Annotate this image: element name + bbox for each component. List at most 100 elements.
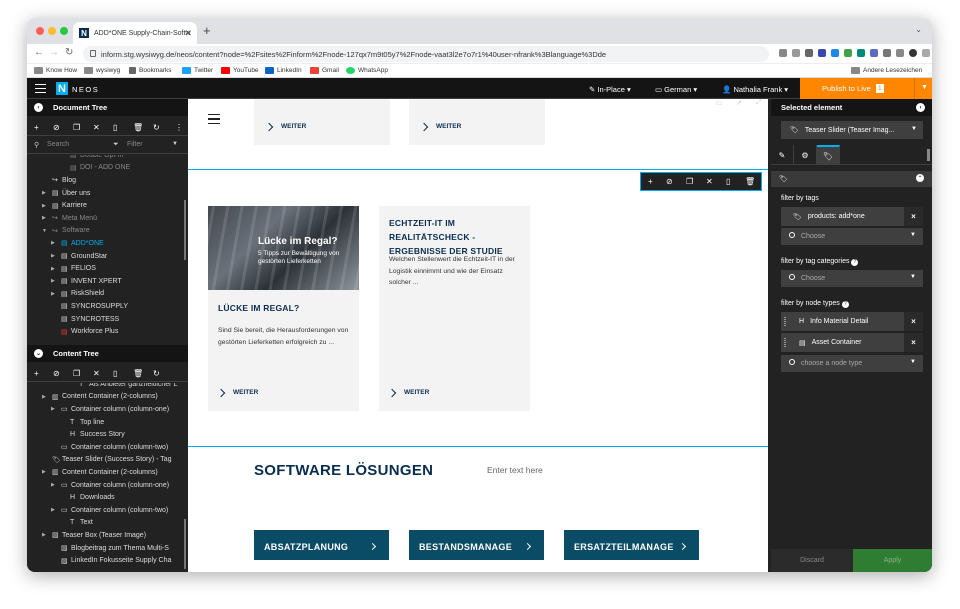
delete-node-icon[interactable]: 🗑 bbox=[745, 177, 755, 186]
chevron-right-icon[interactable]: ▶ bbox=[51, 253, 61, 259]
tab-list-chevron-icon[interactable]: ⌄ bbox=[915, 25, 922, 34]
bookmark-wysiwyg[interactable]: wysiwyg bbox=[84, 67, 120, 74]
software-button-bestandsmanagement[interactable]: BESTANDSMANAGE bbox=[409, 530, 544, 560]
copy-node-icon[interactable]: ❐ bbox=[686, 177, 693, 186]
chevron-right-icon[interactable]: ▶ bbox=[42, 394, 52, 400]
back-icon[interactable]: ← bbox=[34, 47, 44, 58]
choose-tag-category-select[interactable]: Choose ▼ bbox=[781, 270, 923, 287]
delete-node-icon[interactable]: 🗑 bbox=[133, 369, 143, 378]
recycle-icon[interactable] bbox=[805, 49, 813, 57]
document-tree-header[interactable]: ‹ Document Tree bbox=[27, 99, 188, 116]
profile-avatar[interactable] bbox=[909, 49, 917, 57]
tree-node[interactable]: T Als Anbieter ganzheitlicher L bbox=[69, 383, 177, 391]
tab-settings-gear-icon[interactable]: ⚙ bbox=[794, 145, 817, 165]
bookmark-twitter[interactable]: Twitter bbox=[182, 67, 213, 74]
tree-node[interactable]: ▶ ▤ INVENT XPERT bbox=[51, 275, 122, 288]
open-external-icon[interactable]: ↗ bbox=[736, 99, 742, 107]
software-button-absatzplanung[interactable]: ABSATZPLANUNG bbox=[254, 530, 389, 560]
chevron-right-icon[interactable]: ▶ bbox=[42, 190, 52, 196]
tree-node[interactable]: ▶ ▥ Content Container (2-columns) bbox=[42, 391, 158, 404]
tree-node[interactable]: ▶ ▤ Karriere bbox=[42, 199, 87, 212]
tree-node[interactable]: ▶ ▤ FELIOS bbox=[51, 262, 96, 275]
menu-dots-icon[interactable] bbox=[922, 49, 930, 57]
close-tab-icon[interactable]: ✕ bbox=[184, 28, 192, 39]
copy-node-icon[interactable]: ❐ bbox=[73, 369, 80, 378]
content-tree-scrollbar[interactable] bbox=[184, 519, 186, 569]
bookmark-whatsapp[interactable]: WhatsApp bbox=[346, 67, 388, 74]
filter-select[interactable]: Filter bbox=[127, 141, 143, 148]
tree-node[interactable]: ▶ ▭ Container column (column-two) bbox=[51, 504, 168, 517]
tree-node[interactable]: ▤ Double Opt-In bbox=[60, 155, 124, 162]
close-window-button[interactable] bbox=[36, 27, 44, 35]
tree-node[interactable]: ▶ ▨ Teaser Box (Teaser Image) bbox=[42, 529, 146, 542]
fullscreen-icon[interactable]: ⤢ bbox=[756, 99, 762, 107]
tree-node[interactable]: ▶ ▤ GroundStar bbox=[51, 250, 107, 263]
tree-node[interactable]: ▤ DOI - ADD ONE bbox=[60, 162, 130, 175]
drag-handle-icon[interactable] bbox=[784, 317, 786, 326]
choose-node-type-select[interactable]: choose a node type ▼ bbox=[781, 355, 923, 372]
maximize-window-button[interactable] bbox=[60, 27, 68, 35]
minimize-window-button[interactable] bbox=[48, 27, 56, 35]
chevron-down-icon[interactable]: ▼ bbox=[42, 228, 52, 234]
tree-node[interactable]: ▶ ▭ Container column (column-one) bbox=[51, 403, 169, 416]
refresh-tree-icon[interactable]: ↻ bbox=[153, 123, 160, 132]
tree-node[interactable]: ▤ Workforce Plus bbox=[51, 325, 118, 338]
tab-content-pencil-icon[interactable]: ✎ bbox=[771, 145, 794, 165]
tree-node[interactable]: ▭ Container column (column-two) bbox=[51, 441, 168, 454]
bookmark-gmail[interactable]: Gmail bbox=[310, 67, 339, 74]
collapse-chevron-icon[interactable]: ‹ bbox=[34, 103, 43, 112]
share-icon[interactable] bbox=[779, 49, 787, 57]
top-teaser-weiter-link[interactable]: WEITER bbox=[419, 122, 461, 131]
chevron-right-icon[interactable]: ▶ bbox=[51, 291, 61, 297]
reload-icon[interactable]: ↻ bbox=[65, 47, 73, 58]
inspector-scrollbar[interactable] bbox=[927, 149, 930, 161]
enter-text-placeholder[interactable]: Enter text here bbox=[487, 465, 543, 475]
menu-hamburger-icon[interactable] bbox=[35, 84, 46, 93]
teaser-weiter-link[interactable]: WEITER bbox=[387, 388, 429, 397]
chevron-right-icon[interactable]: ▶ bbox=[51, 482, 61, 488]
edit-mode-selector[interactable]: ✎ In-Place ▾ bbox=[589, 85, 631, 94]
chevron-right-icon[interactable]: ▶ bbox=[42, 203, 52, 209]
software-section-title[interactable]: SOFTWARE LÖSUNGEN bbox=[254, 462, 433, 479]
node-type-item[interactable]: H Info Material Detail × bbox=[781, 312, 923, 331]
paste-node-icon[interactable]: ▯ bbox=[113, 369, 117, 378]
chevron-right-icon[interactable]: ▶ bbox=[51, 240, 61, 246]
tab-tags-icon[interactable]: 🏷 bbox=[817, 145, 840, 165]
top-teaser-weiter-link[interactable]: WEITER bbox=[264, 122, 306, 131]
tree-node[interactable]: 🏷 Teaser Slider (Success Story) - Tag bbox=[42, 454, 172, 467]
chevron-right-icon[interactable]: ▶ bbox=[51, 266, 61, 272]
delete-node-icon[interactable]: 🗑 bbox=[133, 123, 143, 132]
collapse-chevron-icon[interactable]: ⌄ bbox=[34, 349, 43, 358]
new-tab-button[interactable]: + bbox=[203, 23, 211, 38]
bookmark-bookmarks[interactable]: Bookmarks bbox=[129, 67, 172, 74]
extension-circle-icon[interactable] bbox=[844, 49, 852, 57]
apply-button[interactable]: Apply bbox=[853, 549, 932, 572]
copy-node-icon[interactable]: ❐ bbox=[73, 123, 80, 132]
sidebar-icon[interactable] bbox=[896, 49, 904, 57]
more-options-icon[interactable]: ⋮ bbox=[175, 123, 183, 132]
node-type-selector[interactable]: 🏷 Teaser Slider (Teaser Imag... ▼ bbox=[781, 121, 923, 139]
tree-node[interactable]: ▶ ↪ Meta Menü bbox=[42, 212, 97, 225]
extension-hex-icon[interactable] bbox=[818, 49, 826, 57]
tree-node[interactable]: ▤ SYNCROTESS bbox=[51, 313, 119, 326]
document-tree-scrollbar[interactable] bbox=[184, 200, 186, 260]
add-node-icon[interactable]: + bbox=[34, 369, 39, 378]
publish-dropdown-chevron-icon[interactable]: ▼ bbox=[921, 84, 928, 91]
publish-button[interactable]: Publish to Live 1 ▼ bbox=[800, 78, 932, 99]
tree-node[interactable]: ▼ ↪ Software bbox=[42, 225, 90, 238]
tree-node[interactable]: ▨ LinkedIn Fokusseite Supply Cha bbox=[51, 554, 171, 567]
collapse-section-icon[interactable]: ⌃ bbox=[916, 174, 924, 182]
url-input[interactable]: inform.stg.wysiwyg.de/neos/content?node=… bbox=[83, 46, 769, 62]
tree-node[interactable]: H Downloads bbox=[60, 491, 115, 504]
other-bookmarks[interactable]: Andere Lesezeichen bbox=[851, 67, 922, 74]
node-type-item[interactable]: ▤ Asset Container × bbox=[781, 333, 923, 352]
download-icon[interactable] bbox=[883, 49, 891, 57]
chevron-right-icon[interactable]: ▶ bbox=[42, 469, 52, 475]
discard-button[interactable]: Discard bbox=[771, 549, 853, 572]
tree-node[interactable]: T Text bbox=[60, 517, 93, 530]
extension-globe-icon[interactable] bbox=[831, 49, 839, 57]
choose-tag-select[interactable]: Choose ▼ bbox=[781, 228, 923, 245]
tree-node[interactable]: ▤ SYNCROSUPPLY bbox=[51, 300, 128, 313]
search-input[interactable]: Search bbox=[47, 141, 69, 148]
paste-node-icon[interactable]: ▯ bbox=[726, 177, 730, 186]
